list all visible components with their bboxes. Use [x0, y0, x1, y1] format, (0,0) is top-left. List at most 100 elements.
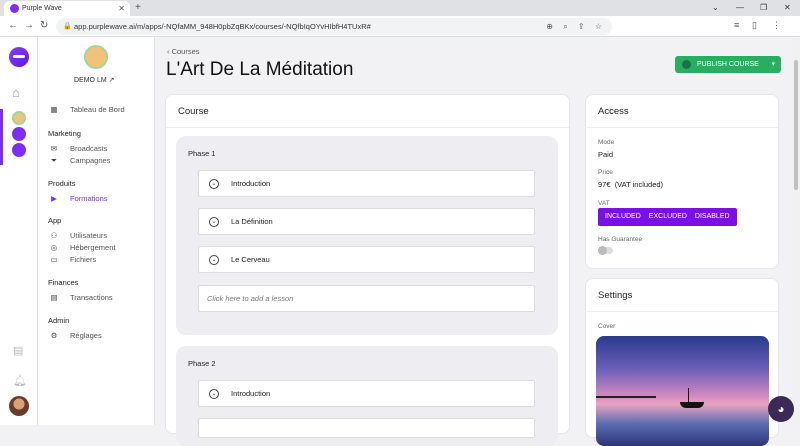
- vat-option-excluded[interactable]: EXCLUDED: [645, 208, 691, 226]
- profile-link[interactable]: DEMO LM ↗: [74, 76, 115, 84]
- user-avatar[interactable]: [9, 396, 29, 416]
- course-card: Course Phase 1 ⌄ Introduction ⌄ La Définit…: [165, 94, 570, 446]
- folder-icon: ▭: [50, 255, 58, 264]
- sidebar-item-users[interactable]: ⚇ Utilisateurs: [48, 231, 107, 240]
- phase-2: Phase 2 ⌄ Introduction: [176, 346, 558, 446]
- reading-list-icon[interactable]: ≡: [734, 20, 739, 30]
- document-icon[interactable]: ▤: [13, 344, 23, 357]
- phase-1: Phase 1 ⌄ Introduction ⌄ La Définition ⌄ Le…: [176, 136, 558, 335]
- boat-shape: [680, 402, 704, 408]
- page-title: L'Art De La Méditation: [166, 59, 354, 80]
- sidebar-item-label: Tableau de Bord: [70, 105, 125, 114]
- chevron-down-icon[interactable]: ⌄: [209, 179, 219, 189]
- video-icon: ▶: [51, 194, 57, 203]
- pier-shape: [596, 396, 656, 398]
- guarantee-toggle[interactable]: [598, 246, 613, 255]
- sidebar-item-label: Campagnes: [70, 156, 111, 165]
- course-card-title: Course: [178, 106, 209, 117]
- publish-course-button[interactable]: PUBLISH COURSE ▾: [675, 56, 781, 73]
- vat-label: VAT: [598, 200, 610, 207]
- lesson-item[interactable]: [198, 418, 535, 438]
- mode-label: Mode: [598, 139, 615, 146]
- price-note: (VAT included): [614, 180, 664, 189]
- url-field[interactable]: 🔒 app.purplewave.ai/m/apps/-NQfaMM_948H0…: [56, 18, 612, 35]
- chat-assistant-icon[interactable]: ◕: [768, 396, 794, 422]
- breadcrumb-courses: Courses: [171, 47, 200, 56]
- breadcrumb[interactable]: ‹ Courses: [167, 47, 200, 56]
- vat-option-disabled[interactable]: DISABLED: [691, 208, 734, 226]
- browser-tab[interactable]: Purple Wave ✕: [4, 1, 130, 16]
- external-link-icon: ↗: [108, 77, 115, 84]
- sidebar-item-label: Formations: [70, 194, 108, 203]
- browser-menu-icon[interactable]: ⋮: [772, 20, 781, 31]
- cover-image[interactable]: [596, 336, 769, 446]
- purple-wave-logo[interactable]: [9, 47, 29, 67]
- main-content: ‹ Courses L'Art De La Méditation PUBLISH…: [155, 37, 800, 446]
- sidebar-item-label: Hébergement: [70, 243, 116, 252]
- divider: [166, 127, 569, 128]
- mail-icon: ✉: [50, 144, 58, 153]
- close-tab-icon[interactable]: ✕: [118, 1, 125, 16]
- boat-mast-shape: [688, 388, 689, 402]
- lock-icon: 🔒: [63, 23, 72, 30]
- price-label: Price: [598, 169, 613, 176]
- publish-icon: [682, 60, 691, 69]
- sidebar-item-label: Réglages: [70, 331, 102, 340]
- rail-app-purplewave-2[interactable]: [12, 143, 26, 157]
- chevron-down-icon[interactable]: ⌄: [209, 217, 219, 227]
- home-icon[interactable]: ⌂: [12, 85, 20, 100]
- sidebar: DEMO LM ↗ ▦ Tableau de Bord Marketing ✉ Br…: [38, 37, 155, 425]
- sidebar-item-transactions[interactable]: ▤ Transactions: [48, 293, 112, 302]
- profile-avatar[interactable]: [84, 45, 108, 69]
- side-panel-icon[interactable]: ▯: [752, 20, 757, 31]
- url-actions-icons[interactable]: ⊕ ⌕ ⇪ ☆: [546, 18, 606, 35]
- minimize-icon[interactable]: —: [736, 0, 744, 16]
- rail-active-indicator: [0, 109, 3, 165]
- browser-tab-title: Purple Wave: [22, 5, 62, 12]
- lesson-item[interactable]: ⌄ Introduction: [198, 380, 535, 407]
- back-icon[interactable]: ←: [8, 19, 18, 33]
- users-icon: ⚇: [50, 231, 58, 240]
- forward-icon[interactable]: →: [24, 19, 34, 33]
- caret-down-icon[interactable]: ▾: [771, 56, 775, 73]
- lesson-title: Introduction: [231, 389, 271, 398]
- sidebar-section-admin: Admin: [48, 316, 70, 325]
- profile-name: DEMO LM: [74, 77, 107, 84]
- new-tab-icon[interactable]: +: [135, 1, 141, 15]
- sidebar-item-files[interactable]: ▭ Fichiers: [48, 255, 96, 264]
- sidebar-item-label: Fichiers: [70, 255, 97, 264]
- reload-icon[interactable]: ↻: [40, 19, 48, 33]
- sidebar-item-dashboard[interactable]: ▦ Tableau de Bord: [48, 105, 125, 114]
- lesson-item[interactable]: ⌄ La Définition: [198, 208, 535, 235]
- lesson-item[interactable]: ⌄ Le Cerveau: [198, 246, 535, 273]
- sidebar-item-hosting[interactable]: ◎ Hébergement: [48, 243, 116, 252]
- sidebar-item-settings[interactable]: ⚙ Réglages: [48, 331, 102, 340]
- rail-app-purplewave-1[interactable]: [12, 127, 26, 141]
- sidebar-item-formations[interactable]: ▶ Formations: [48, 194, 108, 203]
- chevron-down-icon[interactable]: ⌄: [712, 0, 719, 16]
- sidebar-item-label: Broadcasts: [70, 144, 108, 153]
- restore-icon[interactable]: ❐: [760, 0, 767, 16]
- price-amount: 97€: [598, 180, 611, 189]
- mode-value: Paid: [598, 150, 614, 159]
- phase-title: Phase 2: [188, 359, 216, 368]
- add-lesson-field[interactable]: Click here to add a lesson: [198, 285, 535, 312]
- chevron-down-icon[interactable]: ⌄: [209, 389, 219, 399]
- browser-tab-strip: Purple Wave ✕ + ⌄ — ❐ ✕: [0, 0, 800, 16]
- lesson-item[interactable]: ⌄ Introduction: [198, 170, 535, 197]
- funnel-icon: ⏷: [51, 156, 57, 165]
- sidebar-item-broadcasts[interactable]: ✉ Broadcasts: [48, 144, 108, 153]
- lesson-title: La Définition: [231, 217, 273, 226]
- sidebar-section-finances: Finances: [48, 278, 79, 287]
- guarantee-label: Has Guarantee: [598, 236, 643, 243]
- sidebar-section-marketing: Marketing: [48, 129, 81, 138]
- sidebar-section-app: App: [48, 216, 62, 225]
- rail-app-demo[interactable]: [12, 111, 26, 125]
- bell-icon[interactable]: 🔔︎: [13, 374, 27, 387]
- close-window-icon[interactable]: ✕: [784, 0, 791, 16]
- chevron-down-icon[interactable]: ⌄: [209, 255, 219, 265]
- sidebar-item-campaigns[interactable]: ⏷ Campagnes: [48, 156, 110, 166]
- scrollbar-thumb[interactable]: [794, 60, 798, 190]
- money-icon: ▤: [50, 293, 58, 302]
- vat-option-included[interactable]: INCLUDED: [601, 208, 645, 226]
